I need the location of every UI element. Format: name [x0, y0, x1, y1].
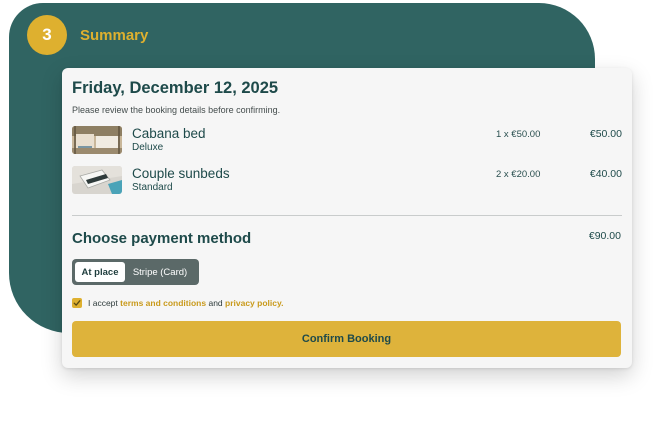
step-number-badge: 3: [27, 15, 67, 55]
payment-method-toggle: At place Stripe (Card): [72, 259, 199, 285]
booking-widget: 3 Summary Friday, December 12, 2025 Plea…: [0, 0, 656, 422]
grand-total: €90.00: [588, 230, 621, 242]
item-variant: Deluxe: [132, 142, 164, 153]
confirm-booking-button[interactable]: Confirm Booking: [72, 321, 621, 357]
payment-option-stripe[interactable]: Stripe (Card): [125, 262, 195, 282]
item-name: Cabana bed: [132, 126, 206, 141]
item-total: €40.00: [589, 168, 622, 180]
privacy-link[interactable]: privacy policy.: [225, 298, 283, 308]
terms-prefix: I accept: [88, 298, 121, 308]
terms-link[interactable]: terms and conditions: [120, 298, 206, 308]
item-variant: Standard: [132, 182, 173, 193]
step-title: Summary: [80, 27, 149, 44]
payment-option-at-place[interactable]: At place: [75, 262, 125, 282]
cabana-photo: [72, 126, 122, 154]
section-divider: [72, 215, 622, 216]
check-icon: [73, 300, 81, 306]
terms-middle: and: [206, 298, 226, 308]
item-quantity-price: 1 x €50.00: [496, 129, 541, 140]
item-total: €50.00: [589, 128, 622, 140]
item-quantity-price: 2 x €20.00: [496, 169, 541, 180]
booking-date-title: Friday, December 12, 2025: [72, 79, 279, 97]
list-item: Couple sunbeds Standard 2 x €20.00 €40.0…: [72, 166, 622, 196]
terms-checkbox[interactable]: [72, 298, 82, 308]
payment-method-heading: Choose payment method: [72, 230, 252, 247]
sunbeds-photo: [72, 166, 122, 194]
item-name: Couple sunbeds: [132, 166, 230, 181]
terms-acceptance: I accept terms and conditions and privac…: [72, 297, 283, 309]
list-item: Cabana bed Deluxe 1 x €50.00 €50.00: [72, 126, 622, 156]
summary-card: Friday, December 12, 2025 Please review …: [62, 68, 632, 368]
review-instructions: Please review the booking details before…: [72, 105, 281, 115]
